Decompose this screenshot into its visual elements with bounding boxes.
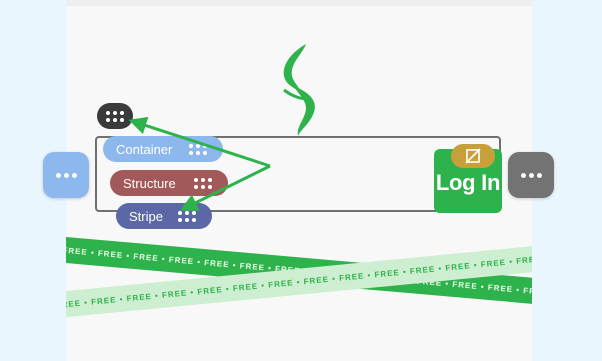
stripe-chip[interactable]: Stripe [116,203,212,229]
s-swoosh-logo-icon [283,44,315,136]
drag-handle[interactable] [97,103,133,129]
container-chip[interactable]: Container [103,136,223,162]
drag-grid-icon [194,177,212,189]
more-horizontal-icon [520,172,542,178]
drag-grid-icon [178,210,196,222]
link-off-badge[interactable] [451,144,495,168]
right-more-handle[interactable] [508,152,554,198]
left-more-handle[interactable] [43,152,89,198]
structure-chip[interactable]: Structure [110,170,228,196]
drag-grid-icon [189,143,207,155]
drag-grid-icon [106,110,124,122]
container-chip-label: Container [116,141,173,157]
structure-chip-label: Structure [123,175,176,191]
canvas-top-strip [66,0,532,6]
more-horizontal-icon [55,172,77,178]
link-off-icon [465,148,481,164]
stripe-chip-label: Stripe [129,208,163,224]
